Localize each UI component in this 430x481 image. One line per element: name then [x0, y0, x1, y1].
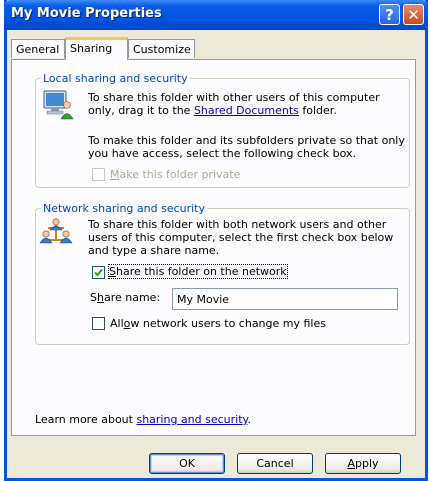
computer-user-icon: [43, 90, 74, 120]
title-bar[interactable]: My Movie Properties ? ✕: [4, 0, 428, 30]
tab-label: General: [16, 43, 60, 56]
share-name-label: Share name:: [90, 291, 161, 304]
checkmark-icon: [94, 268, 103, 277]
share-name-input[interactable]: [172, 288, 398, 310]
apply-button[interactable]: Apply: [325, 453, 401, 474]
shared-documents-link[interactable]: Shared Documents: [194, 104, 299, 117]
network-users-icon: [39, 218, 73, 244]
make-private-label: Make this folder private: [110, 168, 241, 181]
close-icon: ✕: [407, 5, 420, 24]
sharing-tab-panel: Local sharing and security To share this…: [11, 59, 416, 436]
network-sharing-legend: Network sharing and security: [43, 202, 206, 215]
close-button[interactable]: ✕: [403, 4, 424, 25]
ok-button[interactable]: OK: [149, 453, 225, 474]
share-on-network-checkbox[interactable]: [92, 266, 105, 279]
tab-general[interactable]: General: [11, 39, 65, 58]
tab-label: Sharing: [70, 42, 113, 55]
share-on-network-label: Share this folder on the network: [108, 264, 288, 279]
local-sharing-legend: Local sharing and security: [43, 72, 188, 85]
help-icon: ?: [385, 5, 394, 24]
local-sharing-description: To share this folder with other users of…: [88, 91, 406, 117]
allow-change-checkbox[interactable]: [92, 317, 105, 330]
tab-customize[interactable]: Customize: [128, 39, 195, 58]
help-button[interactable]: ?: [379, 4, 400, 25]
tab-label: Customize: [133, 43, 191, 56]
cancel-button[interactable]: Cancel: [237, 453, 313, 474]
private-description: To make this folder and its subfolders p…: [88, 134, 405, 160]
network-sharing-description: To share this folder with both network u…: [88, 218, 394, 257]
tab-sharing[interactable]: Sharing: [65, 37, 128, 60]
allow-change-label: Allow network users to change my files: [110, 317, 326, 330]
sharing-and-security-link[interactable]: sharing and security: [136, 413, 247, 426]
make-private-checkbox[interactable]: [92, 168, 105, 181]
window-title: My Movie Properties: [11, 6, 162, 21]
learn-more-text: Learn more about sharing and security.: [35, 413, 251, 426]
local-text-suffix: folder.: [298, 104, 337, 117]
